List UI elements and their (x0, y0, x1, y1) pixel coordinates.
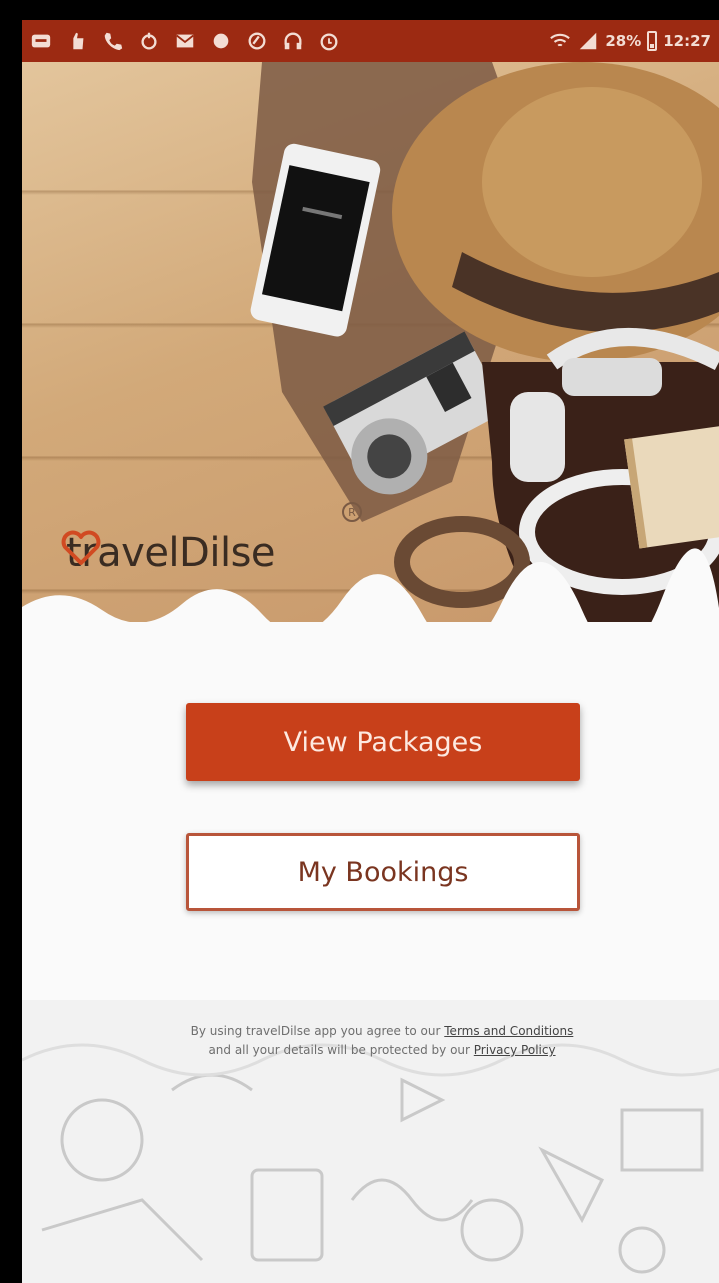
browser-icon (246, 30, 268, 52)
hero-banner: travelDilse R (22, 62, 719, 622)
view-packages-button[interactable]: View Packages (186, 703, 580, 781)
hand-icon (66, 30, 88, 52)
record-icon (210, 30, 232, 52)
battery-percent: 28% (605, 32, 642, 50)
terms-link[interactable]: Terms and Conditions (444, 1024, 573, 1038)
mail-icon (174, 30, 196, 52)
privacy-link[interactable]: Privacy Policy (474, 1043, 556, 1057)
message-icon (30, 30, 52, 52)
headphone-icon (282, 30, 304, 52)
alarm-icon (318, 30, 340, 52)
legal-line-2: and all your details will be protected b… (82, 1041, 682, 1060)
clock: 12:27 (663, 32, 711, 50)
battery-icon (647, 31, 658, 51)
legal-text-1: By using travelDilse app you agree to ou… (190, 1024, 441, 1038)
legal-text-2: and all your details will be protected b… (208, 1043, 470, 1057)
phone-icon (102, 30, 124, 52)
legal-notice: By using travelDilse app you agree to ou… (82, 1022, 682, 1060)
status-bar: 28% 12:27 (22, 20, 719, 62)
sync-icon (138, 30, 160, 52)
legal-line-1: By using travelDilse app you agree to ou… (82, 1022, 682, 1041)
status-indicators: 28% 12:27 (549, 30, 711, 52)
signal-icon (577, 30, 599, 52)
brand-logo: travelDilse (60, 530, 276, 576)
app-screen: 28% 12:27 travelDilse R View Packages My… (22, 20, 719, 1283)
registered-mark: R (342, 502, 362, 522)
wifi-icon (549, 30, 571, 52)
my-bookings-button[interactable]: My Bookings (186, 833, 580, 911)
notification-icons (30, 30, 549, 52)
